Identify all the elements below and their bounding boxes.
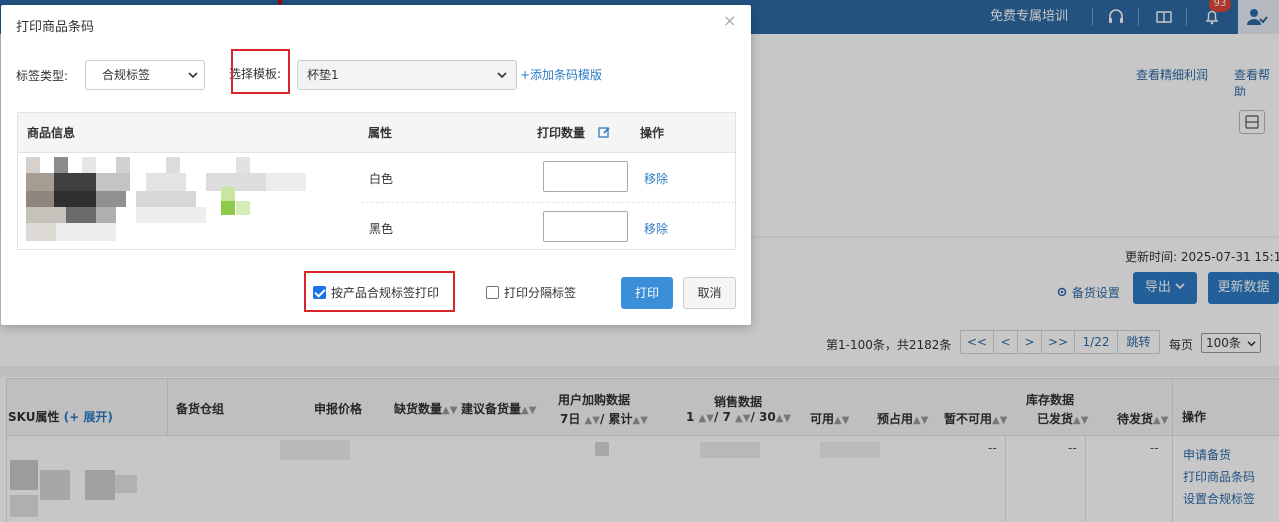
highlight-box bbox=[231, 49, 290, 94]
product-table: 商品信息 属性 打印数量 操作 白色 移除 黑色 移除 bbox=[17, 112, 736, 250]
chevron-down-icon bbox=[188, 72, 198, 79]
product-table-header: 商品信息 属性 打印数量 操作 bbox=[18, 113, 735, 153]
th-action: 操作 bbox=[640, 126, 665, 140]
row-divider bbox=[361, 202, 735, 203]
th-print-qty: 打印数量 bbox=[537, 126, 586, 140]
row-2-qty-input[interactable] bbox=[543, 211, 628, 242]
label-type-value: 合规标签 bbox=[102, 68, 151, 82]
label-type-select[interactable]: 合规标签 bbox=[85, 60, 205, 90]
print-barcode-dialog: 打印商品条码 × 标签类型: 合规标签 选择模板: 杯垫1 +添加条码模版 商品… bbox=[1, 5, 751, 325]
compliance-label-text: 按产品合规标签打印 bbox=[331, 286, 440, 300]
compliance-label-checkbox[interactable]: 按产品合规标签打印 bbox=[313, 284, 439, 301]
template-value: 杯垫1 bbox=[307, 68, 339, 82]
print-button[interactable]: 打印 bbox=[621, 277, 673, 309]
label-type-label: 标签类型: bbox=[16, 69, 69, 83]
add-template-link[interactable]: +添加条码模版 bbox=[520, 66, 602, 83]
cancel-button[interactable]: 取消 bbox=[683, 277, 736, 309]
row-1-qty-input[interactable] bbox=[543, 161, 628, 192]
separator-label-text: 打印分隔标签 bbox=[504, 286, 577, 300]
checkbox-unchecked-icon[interactable] bbox=[486, 286, 499, 299]
row-2-remove-link[interactable]: 移除 bbox=[644, 220, 668, 237]
chevron-down-icon bbox=[497, 72, 507, 79]
th-attribute: 属性 bbox=[368, 126, 393, 140]
row-1-attribute: 白色 bbox=[369, 172, 394, 186]
close-icon[interactable]: × bbox=[723, 11, 736, 30]
edit-icon[interactable] bbox=[598, 126, 611, 139]
checkbox-checked-icon[interactable] bbox=[313, 286, 326, 299]
th-product-info: 商品信息 bbox=[27, 126, 76, 140]
row-2-attribute: 黑色 bbox=[369, 222, 394, 236]
dialog-title: 打印商品条码 bbox=[16, 20, 95, 35]
separator-label-checkbox[interactable]: 打印分隔标签 bbox=[486, 284, 576, 301]
product-thumbnail bbox=[26, 157, 336, 241]
row-1-remove-link[interactable]: 移除 bbox=[644, 170, 668, 187]
template-select[interactable]: 杯垫1 bbox=[297, 60, 517, 90]
